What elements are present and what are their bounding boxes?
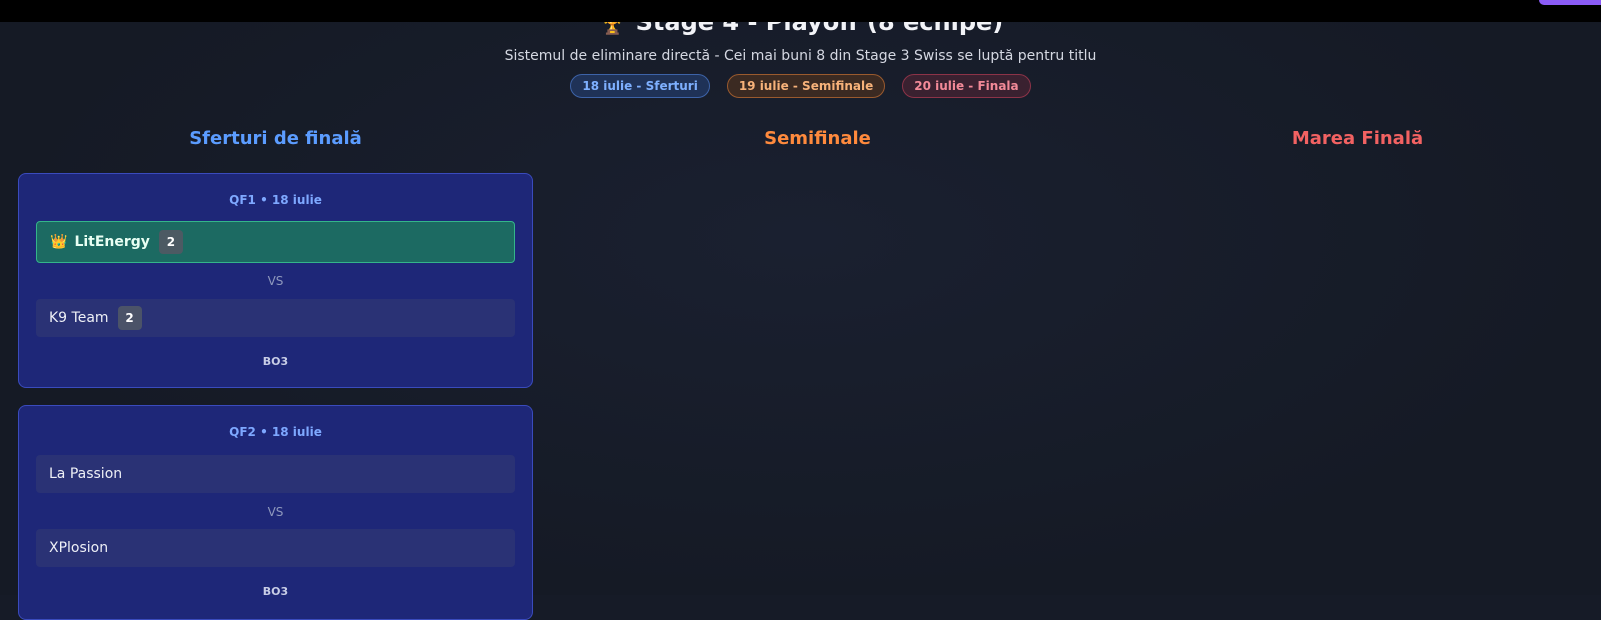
column-title-final: Marea Finală: [1291, 128, 1424, 149]
team-row[interactable]: XPlosion: [36, 529, 515, 567]
team-row-winner[interactable]: 👑 LitEnergy 2: [36, 221, 515, 263]
match-card-qf2[interactable]: QF2 • 18 iulie La Passion VS XPlosion BO…: [18, 405, 533, 620]
badge-final-date: 20 iulie - Finala: [902, 74, 1031, 98]
team-name: La Passion: [49, 466, 123, 482]
schedule-badges: 18 iulie - Sferturi 19 iulie - Semifinal…: [0, 74, 1601, 98]
team-name: K9 Team: [49, 310, 109, 326]
team-score: 2: [158, 230, 183, 254]
team-name: XPlosion: [49, 540, 109, 556]
column-title-semifinals: Semifinale: [764, 128, 871, 149]
match-label: QF2 • 18 iulie: [229, 425, 322, 439]
vs-label: VS: [267, 274, 284, 288]
top-bar-accent[interactable]: [1539, 0, 1601, 5]
top-bar: [0, 0, 1601, 22]
badge-semifinals-date: 19 iulie - Semifinale: [726, 74, 886, 98]
crown-icon: 👑: [50, 234, 68, 250]
playoff-page: 🏆 Stage 4 - Playoff (8 echipe) Sistemul d…: [0, 0, 1601, 620]
team-row[interactable]: K9 Team 2: [36, 299, 515, 337]
match-label: QF1 • 18 iulie: [229, 193, 322, 207]
match-format: BO3: [262, 585, 289, 598]
vs-label: VS: [267, 505, 284, 519]
match-format: BO3: [262, 355, 289, 368]
match-card-qf1[interactable]: QF1 • 18 iulie 👑 LitEnergy 2 VS K9 Team …: [18, 173, 533, 388]
team-row[interactable]: La Passion: [36, 455, 515, 493]
column-title-quarterfinals: Sferturi de finală: [189, 128, 362, 149]
page-subtitle: Sistemul de eliminare directă - Cei mai …: [504, 48, 1097, 64]
team-name: LitEnergy: [74, 234, 150, 250]
badge-quarterfinals-date: 18 iulie - Sferturi: [570, 74, 710, 98]
team-score: 2: [117, 306, 142, 330]
